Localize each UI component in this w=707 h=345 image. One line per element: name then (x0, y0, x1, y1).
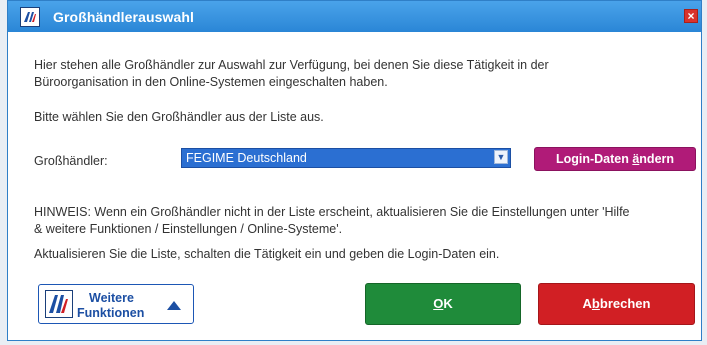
ok-button[interactable]: OK (365, 283, 521, 325)
instruction-text: Bitte wählen Sie den Großhändler aus der… (34, 110, 324, 124)
dialog-content: Hier stehen alle Großhändler zur Auswahl… (9, 32, 700, 339)
ok-button-label-suffix: K (443, 296, 453, 311)
login-button-label-prefix: Login-Daten (555, 152, 633, 166)
window-title: Großhändlerauswahl (53, 9, 195, 25)
hint-text-line2: & weitere Funktionen / Einstellungen / O… (34, 222, 343, 236)
change-login-data-button[interactable]: Login-Daten ändern (534, 147, 696, 171)
wholesaler-label: Großhändler: (34, 154, 108, 168)
intro-text-line1: Hier stehen alle Großhändler zur Auswahl… (34, 58, 549, 72)
more-functions-button[interactable]: Weitere Funktionen (38, 284, 194, 324)
title-bar[interactable]: Großhändlerauswahl × (8, 1, 701, 32)
update-note-text: Aktualisieren Sie die Liste, schalten di… (34, 247, 500, 261)
cancel-button-label-prefix: A (582, 296, 592, 311)
app-logo-icon (20, 7, 40, 27)
ok-button-mnemonic: O (433, 296, 444, 311)
cancel-button-label-suffix: brechen (599, 296, 651, 311)
cancel-button-mnemonic: b (591, 296, 600, 311)
close-icon[interactable]: × (684, 9, 698, 23)
dialog-window: Großhändlerauswahl × Hier stehen alle Gr… (7, 0, 702, 341)
cancel-button[interactable]: Abbrechen (538, 283, 695, 325)
hint-text-line1: HINWEIS: Wenn ein Großhändler nicht in d… (34, 205, 630, 219)
wholesaler-select[interactable]: FEGIME Deutschland ▼ (181, 148, 511, 168)
intro-text-line2: Büroorganisation in den Online-Systemen … (34, 75, 388, 89)
chevron-down-icon[interactable]: ▼ (494, 150, 508, 164)
wholesaler-selected-value: FEGIME Deutschland (186, 151, 307, 165)
login-button-label-suffix: ndern (639, 152, 675, 166)
triangle-up-icon (167, 301, 181, 310)
app-logo-icon (45, 290, 73, 318)
more-functions-label-line1: Weitere (89, 291, 134, 305)
more-functions-label-line2: Funktionen (77, 306, 145, 320)
